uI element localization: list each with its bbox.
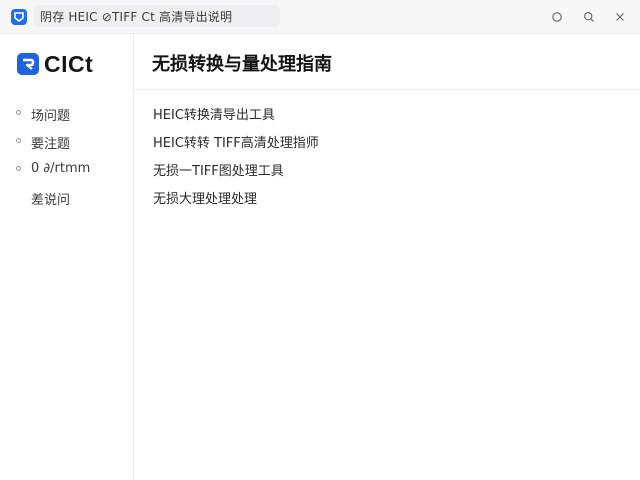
header-divider — [134, 89, 640, 90]
bullet-icon — [16, 110, 21, 115]
logo[interactable]: CICt — [17, 51, 93, 77]
link-lossless-tiff-tool[interactable]: 无损一TIFF图处理工具 — [153, 160, 284, 179]
bullet-icon — [16, 138, 21, 143]
link-heic-tiff-guide[interactable]: HEIC转转 TIFF高清处理指师 — [153, 132, 319, 151]
sidebar-item-label: 0 ∂/rtmm — [31, 161, 91, 176]
page-title: 无损转换与量处理指南 — [152, 54, 332, 75]
link-lossless-batch[interactable]: 无损大理处理处理 — [153, 188, 257, 207]
app-icon — [11, 9, 27, 25]
sidebar: CICt 场问题 要注题 0 ∂/rtmm 差说问 — [0, 34, 134, 480]
sidebar-item-label: 要注题 — [31, 137, 71, 152]
close-icon[interactable] — [612, 9, 628, 25]
sidebar-item-label: 场问题 — [31, 109, 71, 124]
bullet-icon — [16, 166, 21, 171]
tab-title: 阴存 HEIC ⊘TIFF Ct 高清导出说明 — [40, 10, 233, 24]
sidebar-item-3[interactable]: 0 ∂/rtmm — [0, 158, 134, 180]
title-bar: 阴存 HEIC ⊘TIFF Ct 高清导出说明 — [0, 0, 640, 34]
circle-icon[interactable] — [549, 9, 565, 25]
search-icon[interactable] — [581, 9, 597, 25]
sidebar-item-4[interactable]: 差说问 — [0, 186, 134, 208]
sidebar-item-1[interactable]: 场问题 — [0, 102, 134, 124]
sidebar-item-label: 差说问 — [31, 193, 71, 208]
logo-text: CICt — [44, 50, 94, 77]
logo-mark-icon — [17, 53, 39, 75]
browser-tab[interactable]: 阴存 HEIC ⊘TIFF Ct 高清导出说明 — [34, 5, 280, 27]
link-heic-export-tool[interactable]: HEIC转换清导出工具 — [153, 104, 275, 123]
sidebar-item-2[interactable]: 要注题 — [0, 130, 134, 152]
